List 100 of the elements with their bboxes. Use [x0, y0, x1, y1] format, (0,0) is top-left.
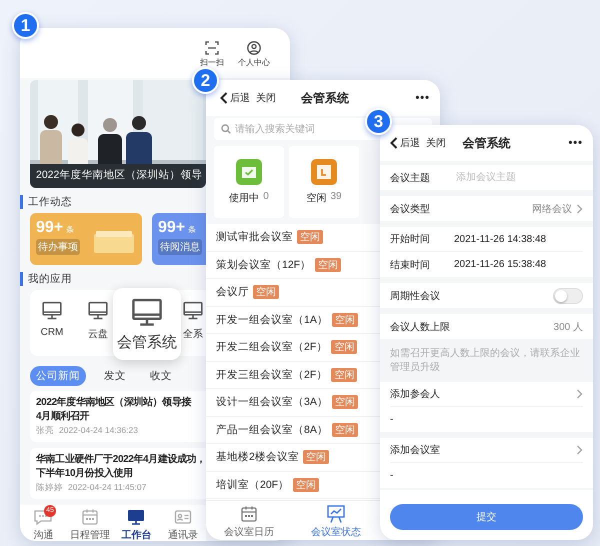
hint-text: 如需召开更高人数上限的会议，请联系企业管理员升级 [390, 346, 581, 374]
tab-bar-item[interactable]: 工作台 [113, 508, 160, 541]
back-icon [220, 92, 228, 104]
scan-icon [205, 41, 219, 55]
status-tag: 空闲 [302, 450, 329, 464]
field-value: - [390, 470, 394, 481]
scan-button[interactable]: 扫一扫 [200, 41, 224, 68]
news-card[interactable]: 华南工业硬件厂于2022年4月建设成功， 下半年10月份投入使用 陈婷婷 2022-04-24 11:45:07 [30, 448, 206, 499]
news-tab[interactable]: 收文 [144, 366, 178, 386]
picker-row[interactable]: 添加会议室 [390, 438, 583, 463]
status-tag: 空闲 [332, 422, 358, 437]
status-count: 0 [263, 191, 269, 204]
tab-bar-item[interactable]: 日程管理 [66, 508, 113, 541]
status-card[interactable]: 空闲 39 [289, 146, 359, 218]
field-label: 周期性会议 [390, 290, 440, 302]
step-badge: 1 [12, 12, 39, 39]
tab-bar-item[interactable]: 通讯录 [160, 508, 206, 541]
monitor-icon [41, 300, 63, 322]
chevron-right-icon [576, 445, 583, 455]
field-value: 300 人 [554, 320, 583, 334]
status-label: 使用中 [229, 192, 260, 205]
field-value: 网络会议 [532, 202, 572, 216]
chat-icon [33, 508, 54, 526]
back-button[interactable]: 后退 [220, 91, 250, 105]
news-time: 2022-04-24 11:45:07 [68, 482, 146, 494]
room-row[interactable]: 策划会议室（12F） 空闲 [206, 252, 380, 279]
topic-field[interactable]: 会议主题 添加会议主题 [380, 165, 593, 190]
back-icon [390, 137, 398, 149]
status-label: 空闲 [306, 192, 326, 205]
news-time: 2022-04-24 14:36:23 [59, 425, 138, 437]
field-label: 会议主题 [390, 172, 431, 184]
person-icon [247, 41, 261, 55]
field-value: 2021-11-26 15:38:48 [454, 259, 548, 270]
status-card[interactable]: 使用中 0 [214, 146, 284, 218]
stat-count: 99+ [36, 219, 64, 236]
status-tag: 空闲 [331, 368, 358, 382]
field-label: 添加会议室 [390, 444, 440, 457]
field-label: 会议类型 [390, 202, 431, 216]
toggle-switch[interactable] [553, 288, 583, 304]
news-author: 陈婷婷 [36, 482, 63, 494]
chart-board-icon [327, 505, 345, 523]
screen-title: 会管系统 [462, 134, 512, 152]
banner-caption: 2022年度华南地区（深圳站）领导 [36, 168, 202, 182]
room-row[interactable]: 开发三组会议室（2F） 空闲 [206, 362, 380, 389]
room-row[interactable]: 开发一组会议室（1A） 空闲 [206, 306, 380, 334]
app-tile[interactable]: CRM [40, 300, 64, 348]
field-value: - [390, 414, 394, 425]
field-value: 2021-11-26 14:38:48 [454, 234, 548, 244]
room-row[interactable]: 设计一组会议室（3A） 空闲 [206, 389, 380, 416]
tab-bar-item[interactable]: 会议室日历 [224, 505, 274, 540]
news-title: 2022年度华南地区（深圳站）领导接 4月顺利召开 [36, 396, 192, 423]
more-button[interactable]: ••• [366, 92, 430, 104]
room-row[interactable]: 开发二组会议室（2F） 空闲 [206, 334, 380, 362]
close-button[interactable]: 关闭 [256, 91, 276, 105]
app-tile[interactable]: 会管系统 [113, 288, 181, 360]
room-row[interactable]: 会议厅 空闲 [206, 279, 380, 306]
status-tag: 空闲 [331, 340, 358, 354]
status-count: 39 [330, 191, 342, 204]
tab-bar-item[interactable]: 会议室状态 [311, 505, 361, 540]
room-row[interactable]: 产品一组会议室（8A） 空闲 [206, 416, 380, 444]
submit-button[interactable]: 提交 [390, 504, 583, 530]
stat-unit: 条 [188, 225, 196, 234]
calendar-icon [80, 508, 99, 526]
news-tab[interactable]: 发文 [98, 366, 132, 386]
room-row[interactable]: 测试审批会议室 空闲 [206, 224, 380, 252]
app-tile[interactable]: 全系 [182, 300, 204, 348]
select-row[interactable]: 会议类型 网络会议 [390, 196, 583, 221]
status-tag: 空闲 [332, 312, 358, 327]
monitor-icon [126, 508, 146, 526]
status-tag: 空闲 [253, 285, 279, 300]
stat-label: 待办事项 [36, 239, 80, 255]
status-tag: 空闲 [293, 478, 320, 492]
contact-card-icon [174, 508, 192, 526]
input-field[interactable]: 添加会议主题 [454, 171, 583, 184]
more-button[interactable]: ••• [519, 137, 583, 149]
chevron-right-icon [576, 389, 583, 399]
field-label: 会议人数上限 [390, 320, 450, 334]
status-tag: 空闲 [332, 395, 358, 410]
stat-label: 待阅消息 [158, 239, 202, 255]
app-tile[interactable]: 云盘 [87, 300, 109, 348]
screen-title: 会管系统 [300, 90, 350, 106]
status-tag: 空闲 [297, 230, 323, 244]
news-author: 张亮 [36, 425, 54, 437]
picker-row[interactable]: 添加参会人 [390, 382, 583, 407]
room-row[interactable]: 培训室（20F） 空闲 [206, 472, 380, 499]
field-label: 添加参会人 [390, 388, 440, 401]
monitor-icon [87, 300, 109, 322]
profile-button[interactable]: 个人中心 [238, 41, 270, 68]
section-title: 工作动态 [20, 195, 72, 209]
monitor-icon [182, 300, 204, 322]
status-tag: 空闲 [315, 258, 342, 272]
room-row[interactable]: 基地楼2楼会议室 空闲 [206, 444, 380, 472]
section-title: 我的应用 [20, 272, 72, 286]
stat-count: 99+ [158, 219, 186, 236]
field-label: 结束时间 [390, 258, 431, 272]
calendar-icon [240, 505, 258, 523]
stat-card[interactable]: 99+ 条 待阅消息 [152, 213, 206, 265]
news-card[interactable]: 2022年度华南地区（深圳站）领导接 4月顺利召开 张亮 2022-04-24 14:36:23 [30, 391, 206, 442]
field-label: 开始时间 [390, 232, 431, 246]
stat-unit: 条 [66, 225, 74, 234]
